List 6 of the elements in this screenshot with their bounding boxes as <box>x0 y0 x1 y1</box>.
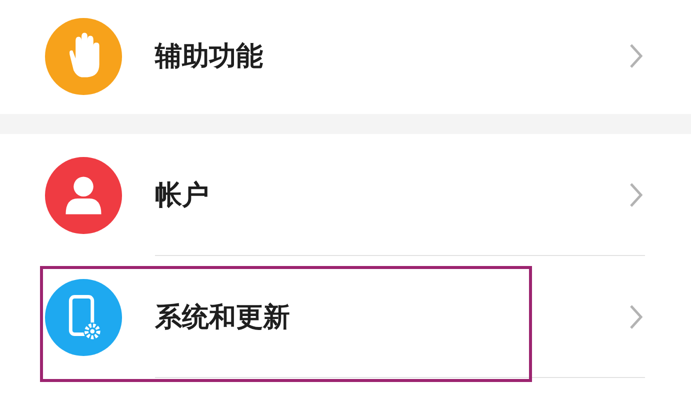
settings-item-label[interactable]: 系统和更新 <box>155 298 290 334</box>
chevron-icon <box>629 43 643 69</box>
chevron-icon <box>629 182 643 208</box>
settings-item-label[interactable]: 帐户 <box>155 176 209 212</box>
settings-item-label[interactable]: 辅助功能 <box>155 38 263 74</box>
chevron-icon <box>629 304 643 330</box>
